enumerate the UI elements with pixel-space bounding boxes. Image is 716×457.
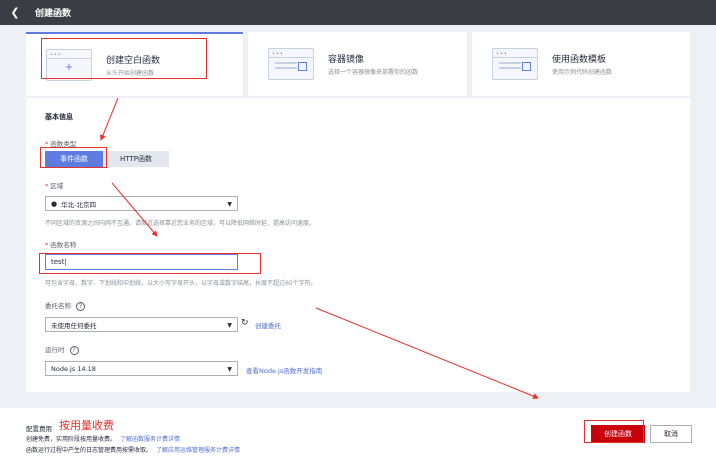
- function-name-hint: 可包含字母、数字、下划线和中划线，以大小写字母开头，以字母或数字结尾，长度不超过…: [45, 280, 317, 287]
- section-title: 基本信息: [45, 113, 73, 121]
- container-image-icon: •••: [268, 48, 314, 80]
- annotation-box: [41, 38, 207, 79]
- agency-label: 委托名称?: [45, 300, 85, 311]
- card-title: 使用函数模板: [552, 55, 607, 65]
- fee-label: 配置费用: [26, 425, 52, 433]
- basic-info-panel: 基本信息 * 函数类型 事件函数 HTTP函数 * 区域 ● 华北-北京四 ▼ 不同…: [26, 98, 690, 392]
- function-name-label: * 函数名称: [45, 241, 77, 249]
- help-icon[interactable]: ?: [76, 302, 85, 311]
- nodejs-guide-link[interactable]: 查看Node.js函数开发指南: [246, 365, 322, 375]
- page-title: 创建函数: [35, 9, 72, 19]
- fee-line-1: 创建免费，实用阶段按用量收费。 了解函数服务计费详情: [26, 436, 181, 443]
- http-function-option[interactable]: HTTP函数: [103, 151, 169, 167]
- region-value: 华北-北京四: [61, 200, 96, 209]
- caret-down-icon: ▼: [227, 366, 232, 373]
- caret-down-icon: ▼: [227, 201, 232, 208]
- runtime-value: Node.js 14.18: [51, 364, 96, 373]
- agency-value: 未使用任何委托: [51, 321, 97, 330]
- chevron-left-icon[interactable]: ❮: [0, 0, 30, 25]
- runtime-label: 运行时?: [45, 344, 79, 355]
- fee-line-2: 函数运行过程中产生的日志管理费用按需收取。 了解应用运维管理服务计费详情: [26, 447, 241, 454]
- create-agency-link[interactable]: 创建委托: [255, 320, 281, 330]
- top-bar: ❮ 创建函数: [0, 0, 716, 25]
- card-subtitle: 使用示例代码创建函数: [552, 69, 613, 76]
- agency-select[interactable]: 未使用任何委托 ▼: [45, 317, 238, 332]
- card-subtitle: 选择一个容器镜像来部署你的函数: [328, 69, 419, 76]
- region-label: * 区域: [45, 182, 64, 190]
- runtime-select[interactable]: Node.js 14.18 ▼: [45, 361, 238, 376]
- refresh-icon[interactable]: ↻: [241, 318, 249, 328]
- card-title: 容器镜像: [328, 55, 365, 65]
- aom-billing-link[interactable]: 了解应用运维管理服务计费详情: [156, 447, 240, 454]
- annotation-box: [40, 147, 107, 168]
- caret-down-icon: ▼: [227, 322, 232, 329]
- annotation-box: [39, 253, 261, 274]
- annotation-box: [584, 420, 644, 443]
- card-function-template[interactable]: ••• 使用函数模板 使用示例代码创建函数: [472, 32, 690, 96]
- card-container-image[interactable]: ••• 容器镜像 选择一个容器镜像来部署你的函数: [248, 32, 467, 96]
- cancel-button[interactable]: 取消: [650, 425, 692, 443]
- billing-link[interactable]: 了解函数服务计费详情: [120, 436, 180, 443]
- region-select[interactable]: ● 华北-北京四 ▼: [45, 196, 238, 211]
- fee-value: 按用量收费: [59, 419, 114, 432]
- help-icon[interactable]: ?: [69, 346, 79, 355]
- location-pin-icon: ●: [51, 199, 58, 208]
- template-icon: •••: [492, 48, 538, 80]
- region-hint: 不同区域的资源之间内网不互通。请就近选择靠近您业务的区域，可以降低网络时延、提高…: [45, 220, 316, 227]
